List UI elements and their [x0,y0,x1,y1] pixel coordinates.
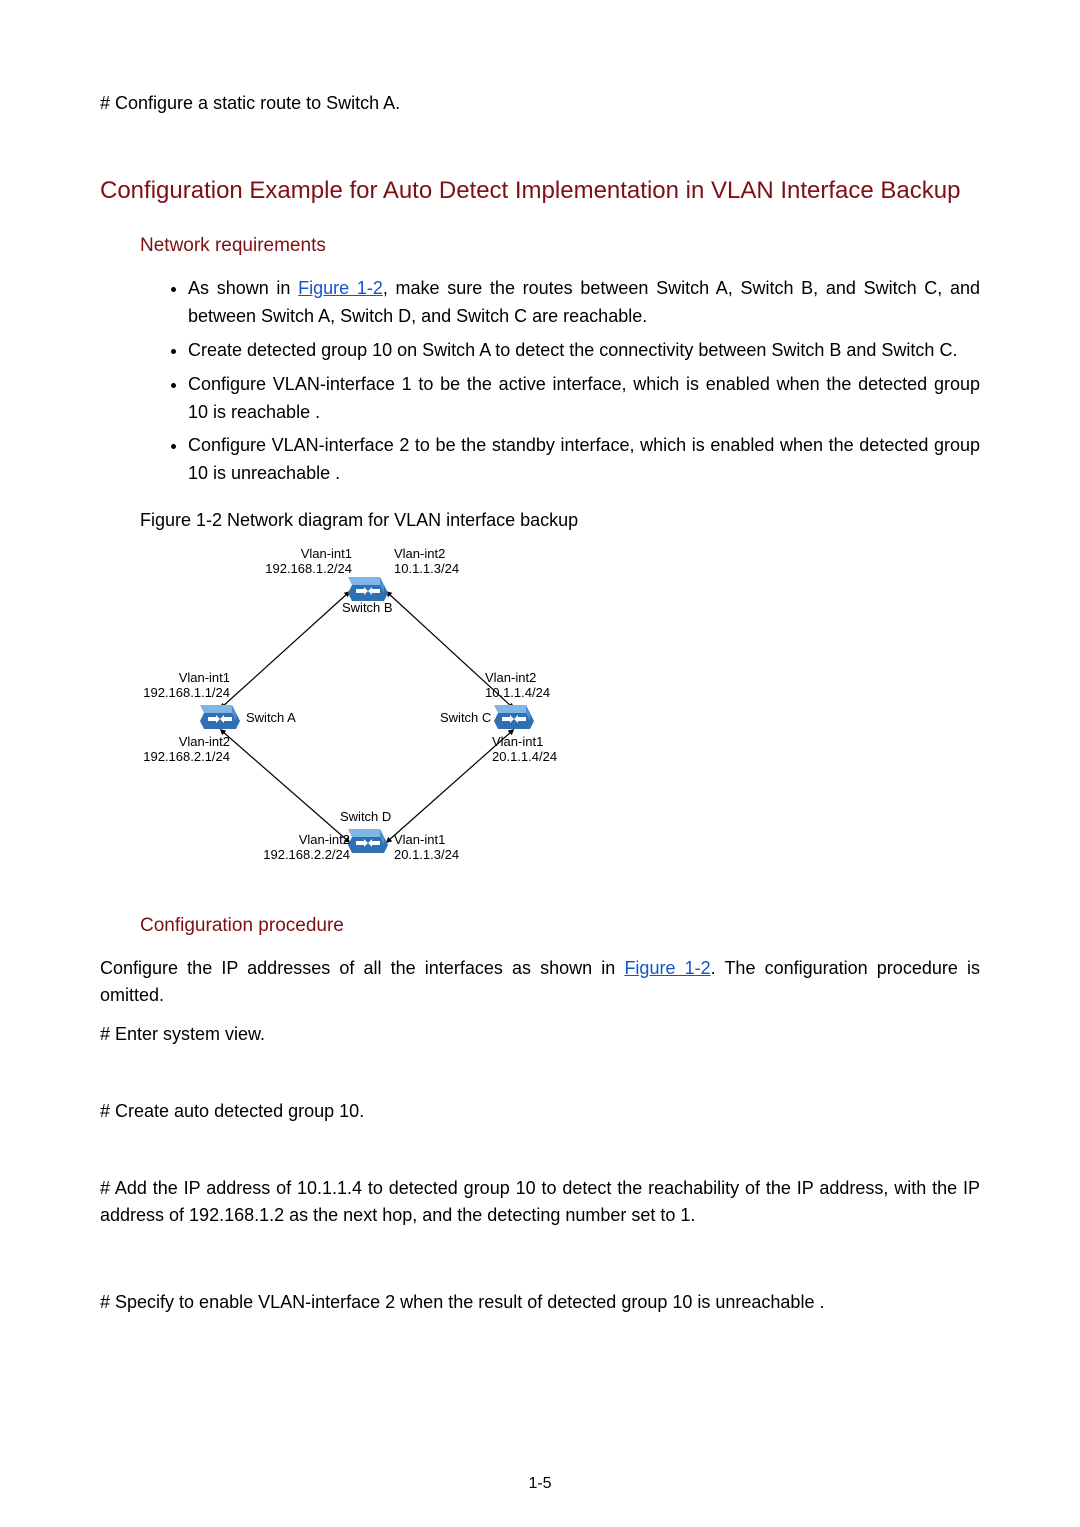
confproc-prefix: Configure the IP addresses of all the in… [100,958,624,978]
label-c-v2: Vlan-int2 10.1.1.4/24 [485,671,550,701]
step4: # Specify to enable VLAN-interface 2 whe… [100,1289,980,1316]
label-b-v2: Vlan-int2 10.1.1.3/24 [394,547,459,577]
page: # Configure a static route to Switch A. … [0,0,1080,1527]
network-diagram: Vlan-int1 192.168.1.2/24 Vlan-int2 10.1.… [140,545,580,885]
step2: # Create auto detected group 10. [100,1098,980,1125]
requirements-list: As shown in Figure 1-2, make sure the ro… [160,275,980,488]
label-c-v1: Vlan-int1 20.1.1.4/24 [492,735,557,765]
switch-icon [348,577,388,601]
requirement-item: Configure VLAN-interface 1 to be the act… [188,371,980,427]
figure-link[interactable]: Figure 1-2 [298,278,383,298]
step1: # Enter system view. [100,1021,980,1048]
label-switch-a: Switch A [246,711,296,726]
top-note: # Configure a static route to Switch A. [100,90,980,117]
configuration-procedure-heading: Configuration procedure [140,915,980,937]
page-number: 1-5 [0,1475,1080,1493]
label-a-v1: Vlan-int1 192.168.1.1/24 [140,671,230,701]
requirement-item: Configure VLAN-interface 2 to be the sta… [188,432,980,488]
label-a-v2: Vlan-int2 192.168.2.1/24 [140,735,230,765]
switch-icon [348,829,388,853]
req1-prefix: As shown in [188,278,298,298]
figure-caption: Figure 1-2 Network diagram for VLAN inte… [140,510,980,531]
network-requirements-heading: Network requirements [140,235,980,257]
label-switch-c: Switch C [440,711,491,726]
label-d-v1: Vlan-int1 20.1.1.3/24 [394,833,459,863]
switch-icon [200,705,240,729]
figure-link[interactable]: Figure 1-2 [624,958,710,978]
switch-icon [494,705,534,729]
label-switch-d: Switch D [340,810,391,825]
section-title: Configuration Example for Auto Detect Im… [100,177,980,205]
requirement-item: Create detected group 10 on Switch A to … [188,337,980,365]
requirement-item: As shown in Figure 1-2, make sure the ro… [188,275,980,331]
label-b-v1: Vlan-int1 192.168.1.2/24 [262,547,352,577]
label-d-v2: Vlan-int2 192.168.2.2/24 [258,833,350,863]
step3: # Add the IP address of 10.1.1.4 to dete… [100,1175,980,1229]
label-switch-b: Switch B [342,601,393,616]
confproc-intro: Configure the IP addresses of all the in… [100,955,980,1009]
